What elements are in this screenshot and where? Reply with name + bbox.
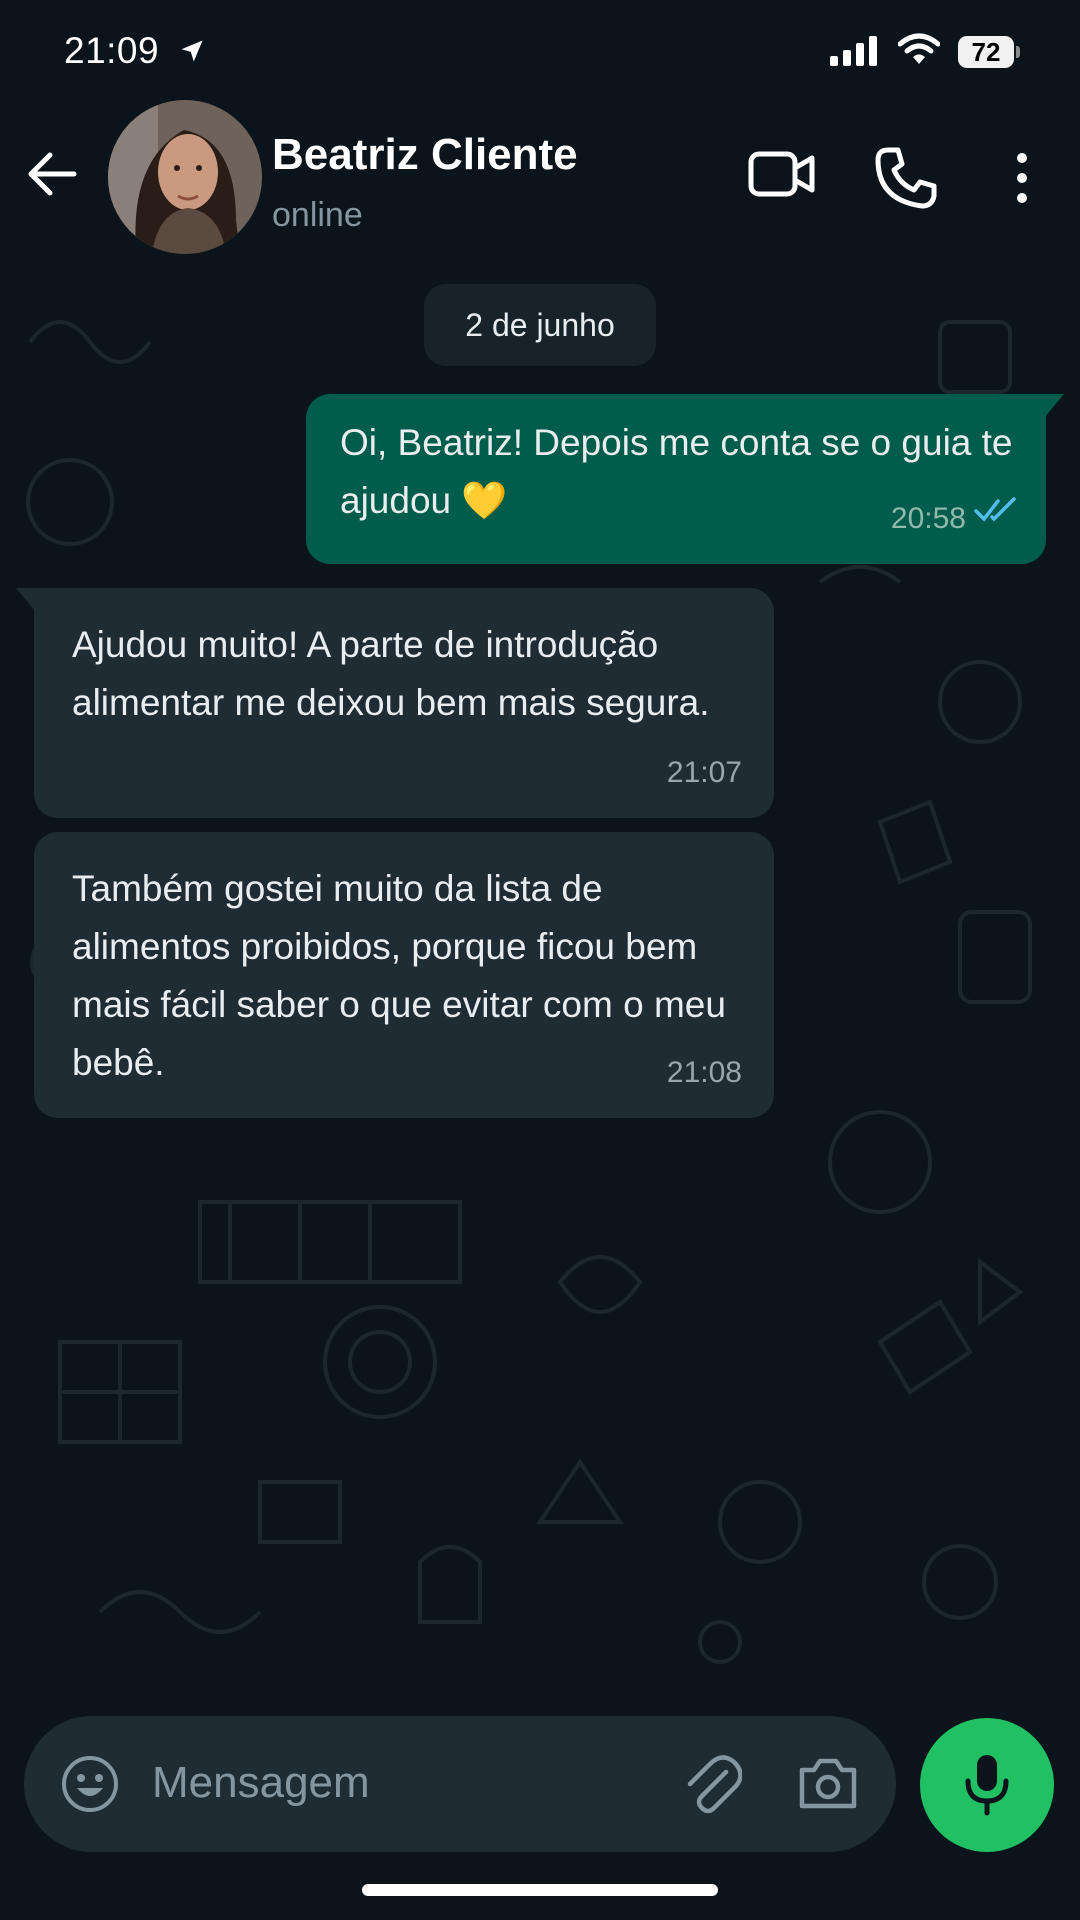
incoming-message[interactable]: Também gostei muito da lista de alimento… [34, 832, 774, 1118]
mic-icon [965, 1755, 1009, 1816]
avatar[interactable] [108, 100, 262, 254]
bubble-tail [16, 588, 36, 612]
signal-icon [830, 36, 882, 71]
battery-level: 72 [971, 37, 1001, 67]
location-arrow-icon [178, 32, 206, 74]
back-arrow-icon[interactable] [26, 150, 78, 203]
battery-icon: 72 [958, 36, 1020, 68]
phone-call-icon[interactable] [874, 146, 938, 215]
message-input[interactable]: Mensagem [152, 1758, 370, 1808]
status-time: 21:09 [64, 30, 206, 74]
message-text: Também gostei muito da lista de alimento… [72, 868, 737, 1083]
status-time-text: 21:09 [64, 30, 160, 71]
bubble-tail [1044, 394, 1064, 418]
read-ticks-icon [974, 482, 1018, 540]
message-time: 21:07 [666, 756, 742, 789]
contact-name[interactable]: Beatriz Cliente [272, 130, 578, 180]
attach-icon[interactable] [682, 1752, 743, 1821]
wifi-icon [897, 32, 941, 71]
chat-area[interactable]: 2 de junho Oi, Beatriz! Depois me conta … [0, 262, 1080, 1708]
contact-status: online [272, 196, 363, 234]
message-text: Ajudou muito! A parte de introdução alim… [72, 624, 710, 723]
outgoing-message[interactable]: Oi, Beatriz! Depois me conta se o guia t… [306, 394, 1064, 564]
mic-button[interactable] [920, 1718, 1054, 1852]
video-call-icon[interactable] [748, 148, 816, 205]
emoji-icon[interactable] [60, 1754, 120, 1819]
home-indicator[interactable] [362, 1884, 718, 1896]
more-vertical-icon[interactable] [1004, 152, 1040, 209]
message-time: 21:08 [666, 1056, 742, 1089]
date-chip: 2 de junho [424, 284, 656, 366]
incoming-message[interactable]: Ajudou muito! A parte de introdução alim… [16, 588, 774, 818]
message-time: 20:58 [890, 502, 966, 535]
camera-icon[interactable] [796, 1756, 860, 1817]
